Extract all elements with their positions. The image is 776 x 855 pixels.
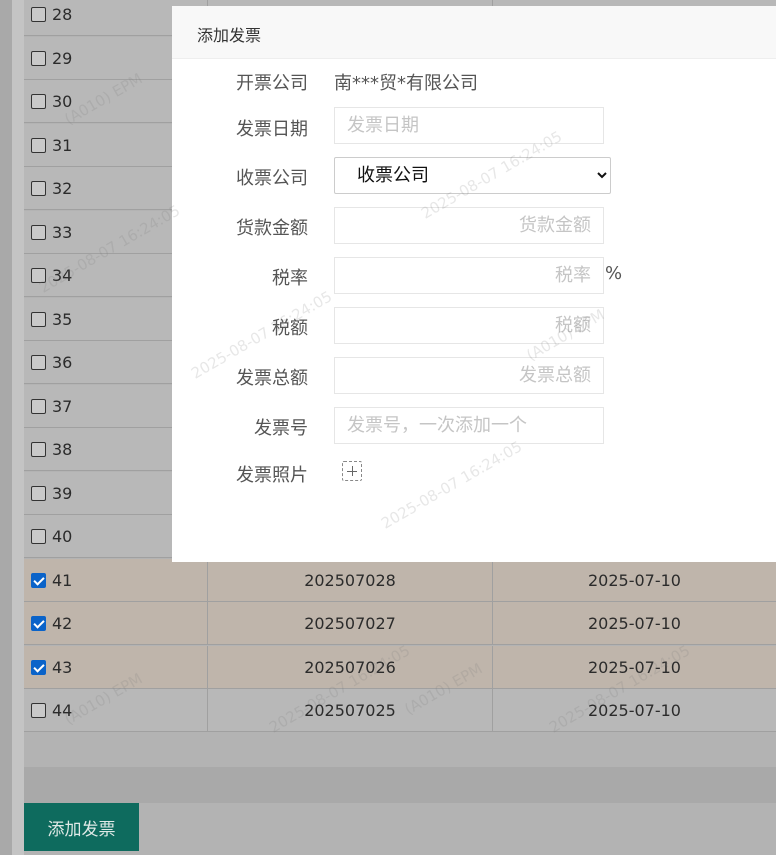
row-checkbox[interactable] bbox=[31, 398, 46, 414]
invoice-no-input[interactable] bbox=[334, 407, 604, 444]
row-checkbox[interactable] bbox=[31, 94, 46, 109]
row-checkbox[interactable] bbox=[31, 311, 46, 327]
row-number-cell: 41 bbox=[24, 558, 208, 602]
table-footer bbox=[24, 767, 776, 803]
row-number: 32 bbox=[52, 179, 73, 198]
invoice-date-cell: 2025-07-10 bbox=[588, 614, 681, 633]
issuer-value: 南***贸*有限公司 bbox=[334, 73, 478, 94]
row-number: 38 bbox=[52, 440, 73, 459]
row-checkbox[interactable] bbox=[31, 268, 46, 283]
row-checkbox[interactable] bbox=[31, 7, 46, 22]
amount-input[interactable] bbox=[334, 207, 604, 244]
row-number: 42 bbox=[52, 614, 73, 633]
row-checkbox[interactable] bbox=[31, 572, 46, 588]
row-number: 39 bbox=[52, 483, 73, 503]
total-label: 发票总额 bbox=[236, 368, 308, 389]
row-number: 34 bbox=[52, 266, 73, 285]
row-checkbox[interactable] bbox=[31, 616, 46, 631]
table-row[interactable]: 44 202507025 2025-07-10 bbox=[24, 689, 776, 732]
row-checkbox[interactable] bbox=[31, 485, 46, 501]
table-row[interactable]: 42 202507027 2025-07-10 bbox=[24, 602, 776, 645]
date-label: 发票日期 bbox=[236, 119, 308, 140]
total-input[interactable] bbox=[334, 357, 604, 394]
tax-amount-label: 税额 bbox=[272, 318, 308, 339]
row-number: 33 bbox=[52, 222, 73, 242]
payee-label: 收票公司 bbox=[236, 168, 308, 189]
watermark-text: 2025-08-07 16:24:05 bbox=[378, 437, 526, 533]
row-number: 43 bbox=[52, 657, 73, 677]
photo-label: 发票照片 bbox=[236, 465, 308, 486]
row-checkbox[interactable] bbox=[31, 181, 46, 196]
row-checkbox[interactable] bbox=[31, 224, 46, 240]
row-number: 31 bbox=[52, 135, 73, 155]
row-number: 37 bbox=[52, 396, 73, 416]
invoice-code-cell: 202507028 bbox=[208, 558, 493, 602]
invoice-no-label: 发票号 bbox=[254, 418, 308, 439]
row-number: 28 bbox=[52, 5, 73, 24]
table-row[interactable]: 43 202507026 2025-07-10 bbox=[24, 645, 776, 689]
payee-company-select[interactable]: 收票公司 bbox=[334, 157, 611, 194]
row-checkbox[interactable] bbox=[31, 355, 46, 370]
invoice-date-cell: 2025-07-10 bbox=[588, 657, 681, 677]
invoice-code-cell: 202507025 bbox=[208, 689, 493, 732]
tax-rate-label: 税率 bbox=[272, 268, 308, 289]
row-checkbox[interactable] bbox=[31, 703, 46, 718]
row-number: 30 bbox=[52, 92, 73, 111]
row-checkbox[interactable] bbox=[31, 137, 46, 153]
row-number-cell: 44 bbox=[24, 689, 208, 732]
row-number-cell: 42 bbox=[24, 602, 208, 645]
add-invoice-dialog: 添加发票 开票公司 南***贸*有限公司 发票日期 收票公司 收票公司 货款金额… bbox=[172, 6, 776, 562]
row-checkbox[interactable] bbox=[31, 529, 46, 544]
invoice-code-cell: 202507026 bbox=[208, 645, 493, 689]
row-checkbox[interactable] bbox=[31, 442, 46, 457]
tax-amount-input[interactable] bbox=[334, 307, 604, 344]
table-row[interactable]: 41 202507028 2025-07-10 bbox=[24, 558, 776, 602]
dialog-title: 添加发票 bbox=[197, 26, 262, 45]
amount-label: 货款金额 bbox=[236, 218, 308, 239]
row-number: 40 bbox=[52, 527, 73, 546]
invoice-date-cell: 2025-07-10 bbox=[588, 570, 681, 590]
row-number: 35 bbox=[52, 309, 73, 329]
left-gutter-inner bbox=[12, 0, 24, 855]
row-number: 44 bbox=[52, 701, 73, 720]
invoice-code-cell: 202507027 bbox=[208, 602, 493, 645]
tax-rate-input[interactable] bbox=[334, 257, 604, 294]
dialog-header: 添加发票 bbox=[172, 6, 776, 59]
row-number: 36 bbox=[52, 353, 73, 372]
row-number-cell: 43 bbox=[24, 645, 208, 689]
invoice-date-cell: 2025-07-10 bbox=[588, 701, 681, 720]
plus-upload-icon[interactable] bbox=[342, 461, 362, 481]
row-number: 29 bbox=[52, 48, 73, 68]
issuer-label: 开票公司 bbox=[236, 73, 308, 94]
invoice-date-input[interactable] bbox=[334, 107, 604, 144]
left-gutter bbox=[0, 0, 12, 855]
percent-unit: % bbox=[605, 263, 623, 284]
row-checkbox[interactable] bbox=[31, 659, 46, 675]
row-number: 41 bbox=[52, 570, 73, 590]
add-invoice-button[interactable]: 添加发票 bbox=[24, 803, 139, 851]
row-checkbox[interactable] bbox=[31, 50, 46, 66]
